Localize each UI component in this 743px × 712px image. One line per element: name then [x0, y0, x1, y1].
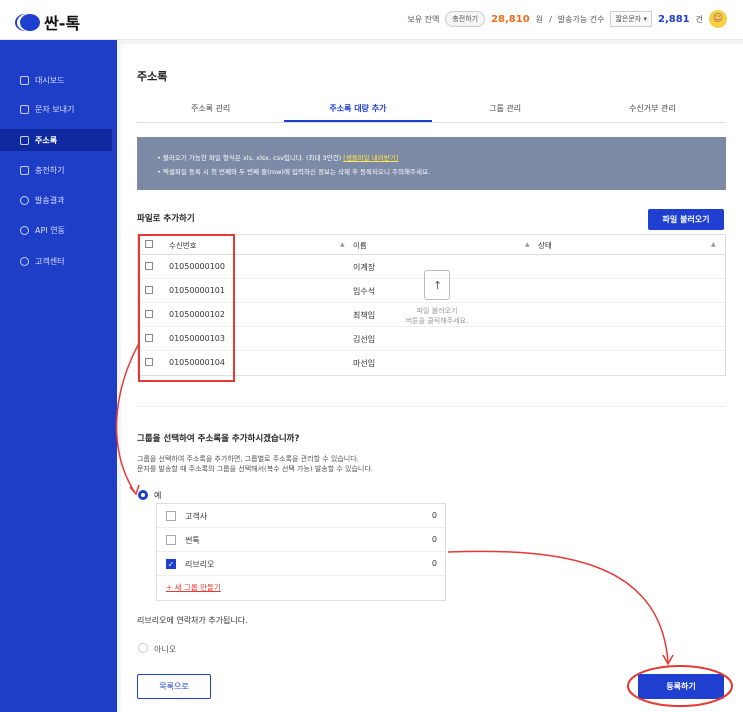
sidebar-item-label: 주소록: [35, 135, 58, 145]
group-item[interactable]: 썬톡 0: [157, 528, 445, 552]
header-status[interactable]: 상태: [538, 240, 552, 251]
logo-mark-icon: [20, 13, 40, 31]
help-icon: [20, 256, 29, 266]
upload-hint-2: 버튼을 클릭해주세요.: [405, 317, 469, 325]
new-group-link[interactable]: + 새 그룹 만들기: [166, 582, 221, 593]
api-icon: [20, 225, 29, 235]
section-divider: [137, 406, 726, 407]
back-to-list-button[interactable]: 목록으로: [137, 674, 211, 699]
group-count: 0: [431, 559, 437, 568]
sort-icon[interactable]: ▲: [525, 241, 530, 248]
sidebar-item-label: 발송결과: [35, 195, 65, 205]
yes-label: 예: [154, 491, 162, 500]
upload-placeholder: 파일 불러오기 버튼을 클릭해주세요.: [397, 270, 477, 326]
group-checkbox[interactable]: [166, 535, 176, 545]
group-count: 0: [431, 511, 437, 520]
msg-type-select[interactable]: 짧은문자 ▾: [610, 11, 652, 27]
group-checkbox[interactable]: [166, 511, 176, 521]
group-desc-1: 그룹을 선택하여 주소록을 추가하면, 그룹별로 주소록을 관리할 수 있습니다…: [137, 455, 359, 463]
annotation-highlight-box: [138, 234, 235, 382]
sidebar-item-label: 문자 보내기: [35, 104, 75, 114]
sidebar-item-dashboard[interactable]: 대시보드: [0, 69, 112, 91]
register-button[interactable]: 등록하기: [638, 674, 724, 699]
group-item[interactable]: 고객사 0: [157, 504, 445, 528]
group-count: 0: [431, 535, 437, 544]
tab-manage[interactable]: 주소록 관리: [137, 97, 284, 122]
target-icon: [20, 195, 29, 205]
notice-line-2: • 엑셀파일 등록 시 첫 번째와 두 번째 줄(row)에 입력하신 정보는 …: [157, 168, 430, 176]
sidebar-item-send[interactable]: 문자 보내기: [0, 98, 112, 120]
group-label: 리브리오: [185, 560, 215, 569]
no-label: 아니오: [154, 645, 177, 654]
notice-text-2: 엑셀파일 등록 시 첫 번째와 두 번째 줄(row)에 입력하신 정보는 삭제…: [162, 168, 430, 176]
group-description: 그룹을 선택하여 주소록을 추가하면, 그룹별로 주소록을 관리할 수 있습니다…: [137, 454, 373, 474]
no-radio[interactable]: [138, 643, 148, 653]
cell-name: 마선임: [353, 359, 376, 368]
balance-amount: 28,810: [491, 13, 530, 25]
cell-name: 임수석: [353, 287, 376, 296]
sidebar-item-api[interactable]: API 연동: [0, 219, 112, 241]
cell-name: 이계장: [353, 263, 376, 272]
tab-groups[interactable]: 그룹 관리: [432, 97, 579, 122]
tab-bulk-add[interactable]: 주소록 대량 추가: [284, 97, 432, 122]
sidebar-item-label: 고객센터: [35, 256, 65, 266]
cell-name: 김선임: [353, 335, 376, 344]
load-file-button[interactable]: 파일 불러오기: [648, 209, 724, 230]
sort-icon[interactable]: ▲: [711, 241, 716, 248]
sidebar-item-charge[interactable]: 충전하기: [0, 159, 112, 181]
sendable-unit: 건: [695, 14, 703, 24]
logo-text: 싼-톡: [44, 14, 81, 33]
notice-text-1: 불러오기 가능한 파일 형식은 xls, xlsx, csv입니다. (최대 3…: [162, 154, 342, 162]
header-name[interactable]: 이름: [353, 240, 367, 251]
sidebar-item-addressbook[interactable]: 주소록: [0, 129, 112, 151]
tab-reject[interactable]: 수신거부 관리: [579, 97, 726, 122]
sendable-count: 2,881: [657, 13, 690, 25]
group-list: 고객사 0 썬톡 0 ✓ 리브리오 0 + 새 그룹 만들기: [156, 503, 446, 601]
avatar[interactable]: ☺: [709, 10, 727, 28]
people-icon: [20, 135, 29, 145]
group-desc-2: 문자를 발송할 때 주소록의 그룹을 선택해서(복수 선택 가능) 발송할 수 …: [137, 465, 374, 473]
file-section-title: 파일로 추가하기: [137, 214, 195, 224]
sort-icon[interactable]: ▲: [340, 241, 345, 248]
top-bar: 싼-톡 보유 잔액 충전하기 28,810 원 / 발송가능 건수 짧은문자 ▾…: [0, 0, 743, 40]
cell-name: 최책임: [353, 311, 376, 320]
group-result-text: 리브리오에 연락처가 추가됩니다.: [137, 616, 248, 625]
account-summary: 보유 잔액 충전하기 28,810 원 / 발송가능 건수 짧은문자 ▾ 2,8…: [407, 10, 727, 28]
logo[interactable]: 싼-톡: [20, 10, 80, 34]
msg-type-value: 짧은문자: [615, 15, 642, 23]
sendable-label: 발송가능 건수: [557, 14, 605, 24]
group-item[interactable]: ✓ 리브리오 0: [157, 552, 445, 576]
sidebar-item-label: API 연동: [35, 225, 65, 235]
sidebar: 대시보드 문자 보내기 주소록 충전하기 발송결과 API 연동 고객센터: [0, 40, 117, 712]
sidebar-item-results[interactable]: 발송결과: [0, 189, 112, 211]
new-group-row: + 새 그룹 만들기: [157, 576, 445, 600]
dashboard-icon: [20, 75, 29, 85]
upload-hint-1: 파일 불러오기: [416, 307, 458, 315]
sample-download-link[interactable]: [샘플파일 내려받기]: [343, 154, 398, 162]
separator: /: [549, 14, 552, 24]
balance-unit: 원: [535, 14, 544, 24]
notice-box: • 불러오기 가능한 파일 형식은 xls, xlsx, csv입니다. (최대…: [137, 137, 726, 190]
charge-button[interactable]: 충전하기: [445, 11, 486, 27]
sidebar-item-label: 충전하기: [35, 165, 65, 175]
sidebar-item-help[interactable]: 고객센터: [0, 250, 112, 272]
card-icon: [20, 165, 29, 175]
tab-bar: 주소록 관리 주소록 대량 추가 그룹 관리 수신거부 관리: [137, 97, 726, 123]
group-label: 썬톡: [185, 536, 200, 545]
chat-icon: [20, 104, 29, 114]
group-label: 고객사: [185, 512, 208, 521]
group-section-title: 그룹을 선택하여 주소록을 추가하시겠습니까?: [137, 434, 300, 444]
notice-line-1: • 불러오기 가능한 파일 형식은 xls, xlsx, csv입니다. (최대…: [157, 154, 399, 162]
yes-radio[interactable]: [138, 490, 148, 500]
balance-label: 보유 잔액: [407, 14, 440, 24]
sidebar-item-label: 대시보드: [35, 75, 65, 85]
upload-icon: [424, 270, 450, 300]
page-title: 주소록: [137, 70, 168, 83]
group-checkbox-checked[interactable]: ✓: [166, 559, 176, 569]
